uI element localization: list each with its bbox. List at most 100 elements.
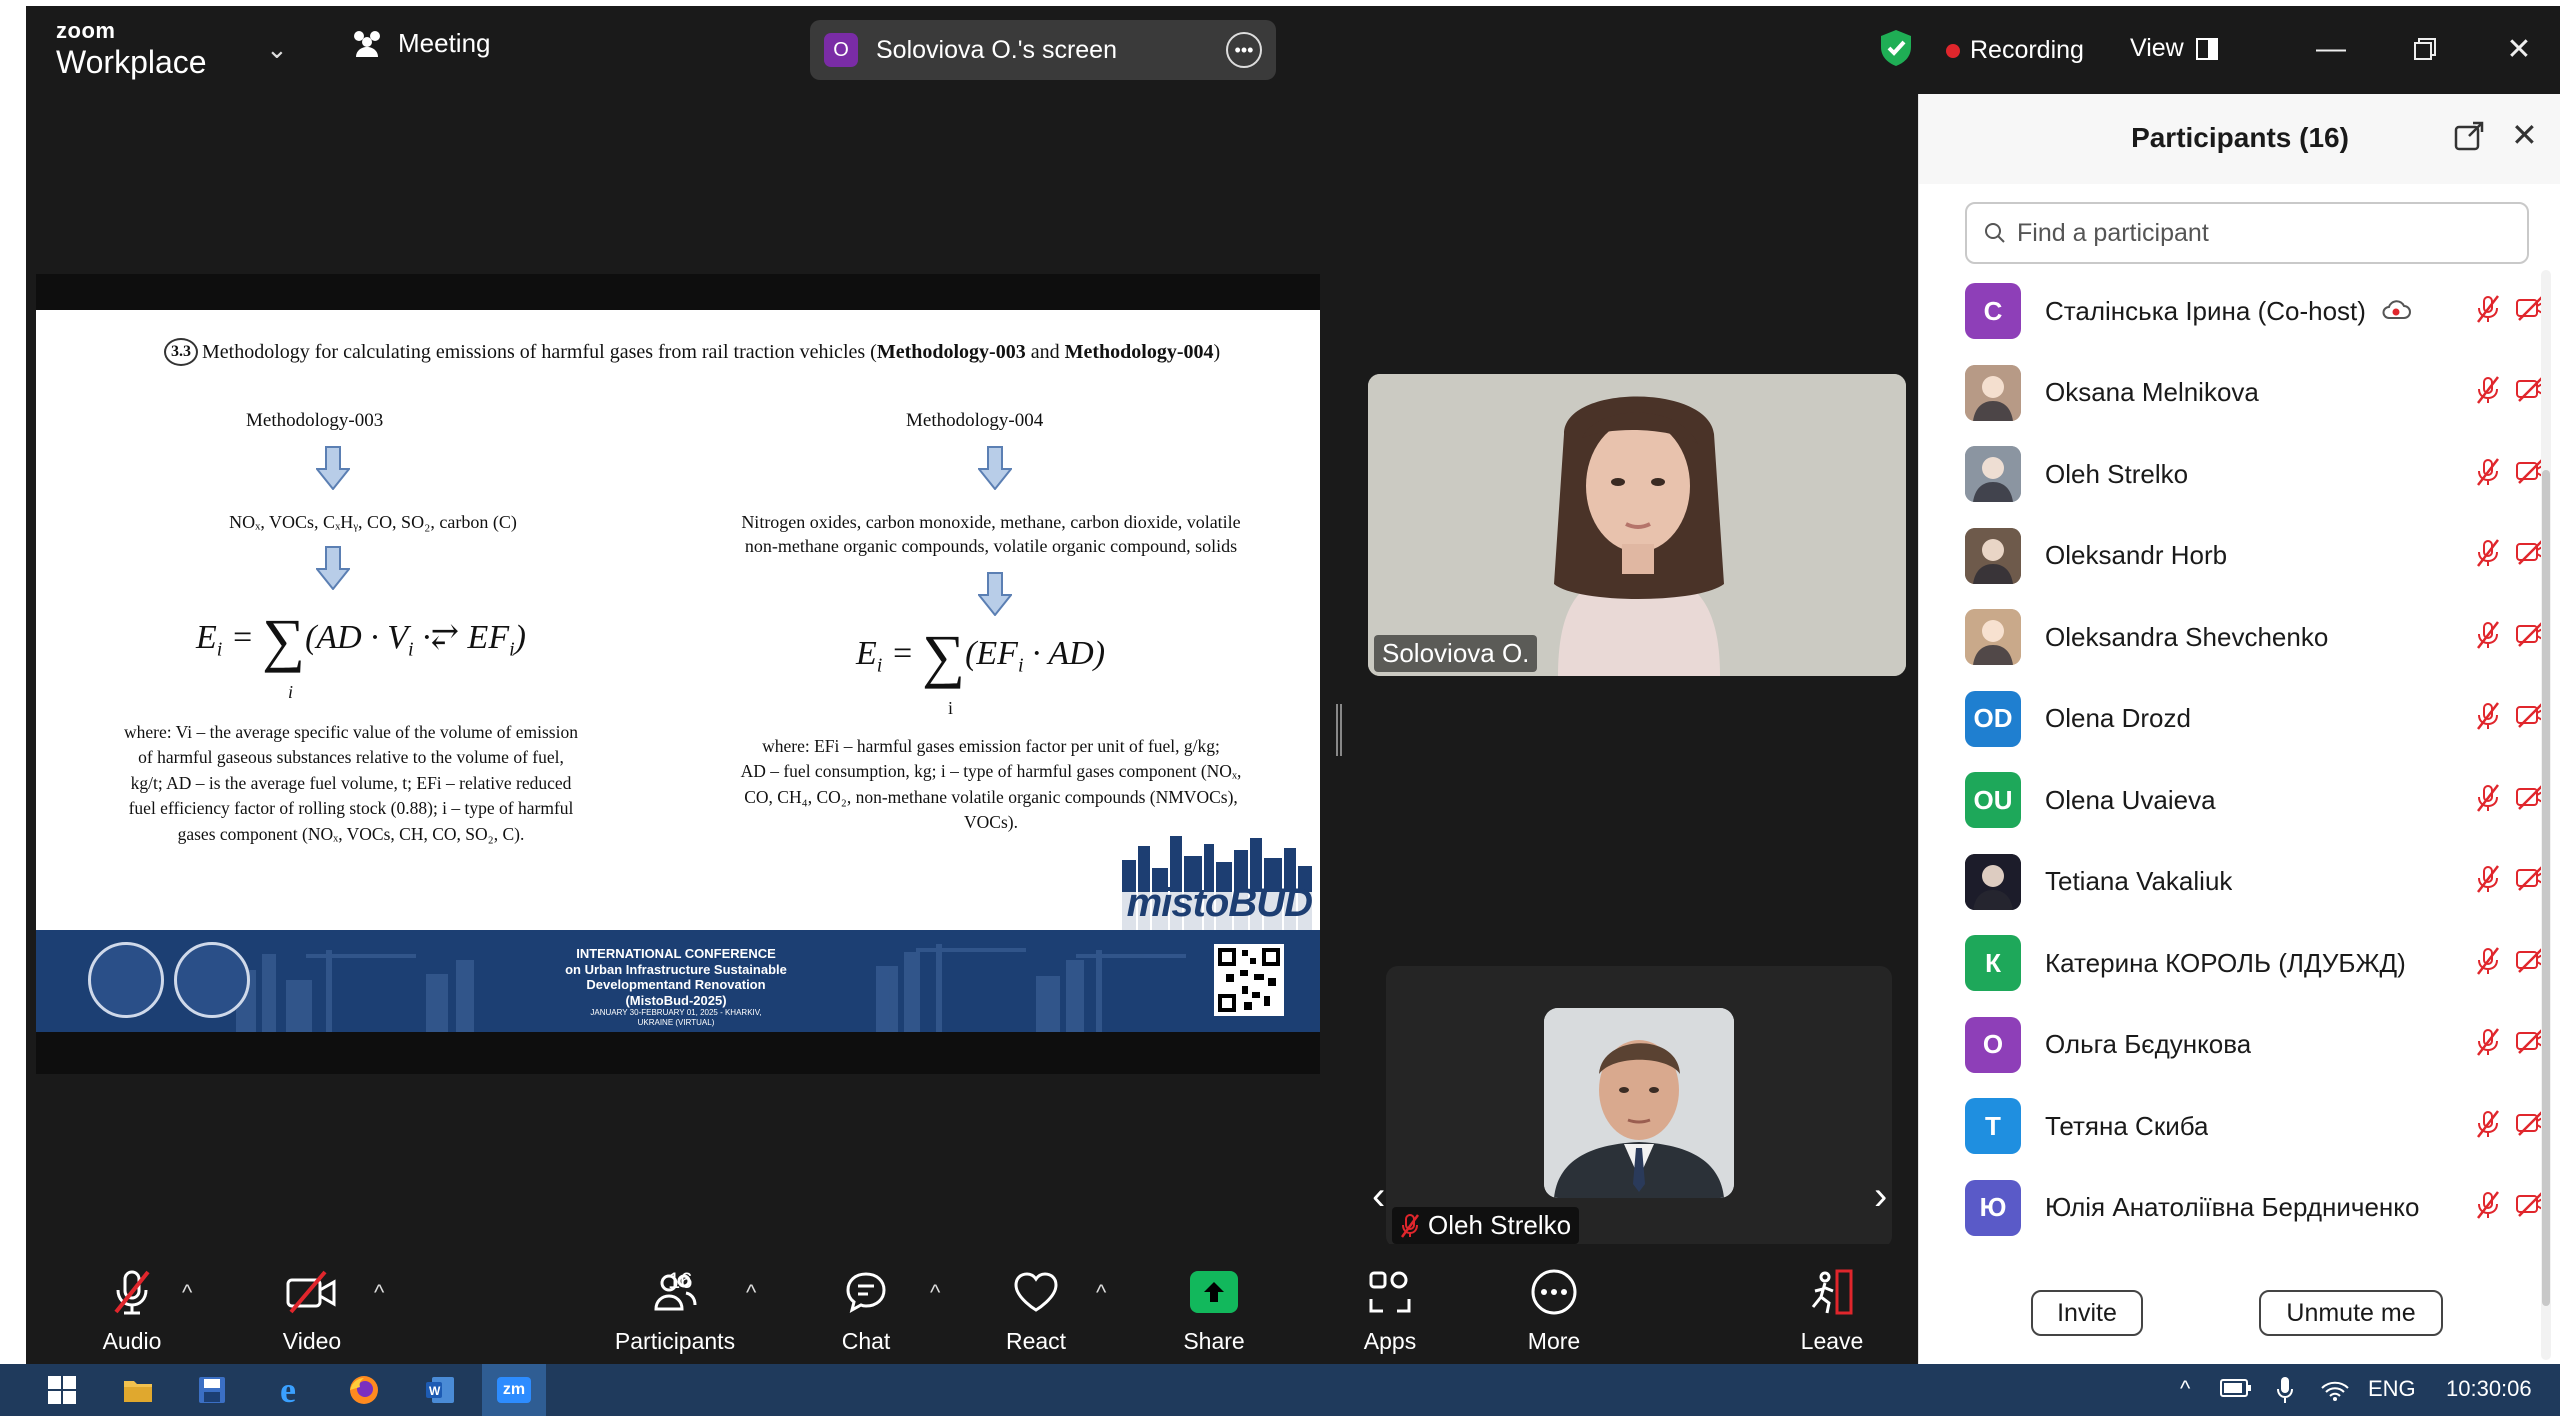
presenter-avatar: O: [824, 33, 858, 67]
left-formula: Ei = ∑(AD · Vi ·⥂ EFi) i: [196, 607, 526, 702]
apps-button[interactable]: Apps: [1320, 1266, 1460, 1355]
video-tile-speaker[interactable]: Soloviova O.: [1368, 374, 1906, 676]
recording-indicator[interactable]: Recording: [1946, 36, 2084, 65]
participant-name: Oleksandra Shevchenko: [2045, 621, 2329, 652]
participant-row[interactable]: Oleksandra Shevchenko: [1919, 596, 2547, 678]
windows-taskbar: e W zm ^ ENG 10:30:06: [0, 1364, 2560, 1416]
chat-label: Chat: [841, 1328, 891, 1354]
zoom-taskbar-icon[interactable]: zm: [482, 1364, 546, 1416]
chat-options-chevron-icon[interactable]: ^: [930, 1280, 940, 1306]
participant-avatar: [1965, 853, 2021, 910]
video-button[interactable]: Video: [242, 1266, 382, 1355]
participant-name: Olena Drozd: [2045, 703, 2191, 733]
participant-avatar: OD: [1965, 690, 2021, 747]
file-explorer-icon[interactable]: [106, 1364, 170, 1416]
system-clock[interactable]: 10:30:06: [2446, 1376, 2532, 1402]
previous-page-arrow-icon[interactable]: ‹: [1372, 1174, 1385, 1219]
tray-expand-icon[interactable]: ^: [2180, 1376, 2190, 1402]
minimize-icon[interactable]: —: [2306, 24, 2356, 74]
video-tile-participant[interactable]: Oleh Strelko: [1386, 966, 1892, 1248]
participant-status-icons: [2475, 375, 2549, 410]
wifi-icon[interactable]: [2320, 1376, 2350, 1408]
invite-button[interactable]: Invite: [2031, 1290, 2143, 1336]
participants-options-chevron-icon[interactable]: ^: [746, 1280, 756, 1306]
slide-title: 3.3 Methodology for calculating emission…: [164, 338, 1220, 366]
left-gases-list: NOₓ, VOCs, CₓHᵧ, CO, SO₂, carbon (C): [229, 512, 517, 532]
left-methodology-heading: Methodology-003: [246, 410, 384, 431]
participant-row[interactable]: Tetiana Vakaliuk: [1919, 841, 2547, 923]
participant-row[interactable]: OD Olena Drozd: [1919, 678, 2547, 760]
chat-button[interactable]: Chat: [796, 1266, 936, 1355]
pop-out-icon[interactable]: [2453, 120, 2485, 152]
participant-name: Юлія Анатоліївна Бердниченко: [2045, 1192, 2420, 1222]
word-icon[interactable]: W: [408, 1364, 472, 1416]
close-window-icon[interactable]: ✕: [2494, 24, 2544, 74]
language-indicator[interactable]: ENG: [2368, 1376, 2416, 1402]
video-options-chevron-icon[interactable]: ^: [374, 1280, 384, 1306]
participant-status-icons: [2475, 538, 2549, 573]
speaker-name: Soloviova O.: [1382, 638, 1530, 668]
participant-search-field[interactable]: [1965, 202, 2529, 264]
split-resize-handle[interactable]: [1336, 704, 1342, 756]
participant-list-scrollbar[interactable]: [2541, 270, 2551, 1360]
participant-avatar: Т: [1965, 1098, 2021, 1154]
more-icon: [1531, 1269, 1577, 1315]
screen-share-pill[interactable]: O Soloviova O.'s screen •••: [810, 20, 1276, 80]
title-bar: zoom Workplace ⌄ Meeting O Soloviova O.'…: [26, 6, 2560, 94]
participant-row[interactable]: Oksana Melnikova: [1919, 352, 2547, 434]
share-button[interactable]: Share: [1144, 1266, 1284, 1355]
audio-options-chevron-icon[interactable]: ^: [182, 1280, 192, 1306]
meeting-menu-button[interactable]: Meeting: [350, 28, 491, 59]
participant-name: Oleksandr Horb: [2045, 540, 2228, 570]
participant-name: Tetiana Vakaliuk: [2045, 866, 2233, 896]
firefox-icon[interactable]: [332, 1364, 396, 1416]
audio-button[interactable]: Audio: [62, 1266, 202, 1355]
participants-button[interactable]: 16 Participants: [580, 1266, 770, 1355]
edge-browser-icon[interactable]: e: [256, 1364, 320, 1416]
windows-start-icon[interactable]: [30, 1364, 94, 1416]
participant-row[interactable]: OU Olena Uvaieva: [1919, 759, 2547, 841]
down-arrow-icon: [316, 446, 350, 490]
unmute-me-button[interactable]: Unmute me: [2259, 1290, 2443, 1336]
share-screen-icon: [1190, 1271, 1238, 1313]
more-options-icon[interactable]: •••: [1226, 32, 1262, 68]
participant-row[interactable]: Oleksandr Horb: [1919, 515, 2547, 597]
restore-icon[interactable]: [2400, 24, 2450, 74]
muted-mic-icon: [2475, 1109, 2501, 1144]
react-label: React: [1005, 1328, 1067, 1354]
security-shield-icon[interactable]: [1878, 28, 1914, 73]
participant-row[interactable]: С Сталінська Ірина (Co-host): [1919, 270, 2547, 352]
save-disk-icon[interactable]: [180, 1364, 244, 1416]
chevron-down-icon[interactable]: ⌄: [266, 34, 288, 65]
participant-status-icons: [2475, 864, 2549, 899]
participant-avatar: О: [1965, 1016, 2021, 1073]
react-button[interactable]: React: [966, 1266, 1106, 1355]
search-input[interactable]: [2017, 218, 2497, 248]
scrollbar-thumb[interactable]: [2542, 470, 2550, 1306]
shared-screen[interactable]: 3.3 Methodology for calculating emission…: [36, 274, 1320, 1074]
participant-status-icons: [2475, 783, 2549, 818]
participant-row[interactable]: К Катерина КОРОЛЬ (ЛДУБЖД): [1919, 922, 2547, 1004]
battery-icon[interactable]: [2220, 1376, 2252, 1406]
muted-mic-icon: [2475, 1027, 2501, 1062]
view-button[interactable]: View: [2130, 34, 2218, 63]
participant-row[interactable]: О Ольга Бєдункова: [1919, 1004, 2547, 1086]
close-panel-icon[interactable]: ✕: [2511, 116, 2538, 154]
participant-name: Olena Uvaieva: [2045, 784, 2216, 815]
participant-name: Oleh Strelko: [2045, 458, 2189, 489]
meeting-stage: 3.3 Methodology for calculating emission…: [26, 94, 1918, 1248]
apps-label: Apps: [1363, 1328, 1417, 1354]
view-label: View: [2130, 34, 2184, 62]
conference-text: INTERNATIONAL CONFERENCE on Urban Infras…: [565, 946, 787, 1027]
more-button[interactable]: More: [1484, 1266, 1624, 1355]
react-options-chevron-icon[interactable]: ^: [1096, 1280, 1106, 1306]
next-page-arrow-icon[interactable]: ›: [1874, 1174, 1887, 1219]
participant-row[interactable]: Oleh Strelko: [1919, 433, 2547, 515]
participant-status-icons: [2475, 620, 2549, 655]
participant-row[interactable]: Т Тетяна Скиба: [1919, 1085, 2547, 1167]
microphone-tray-icon[interactable]: [2276, 1376, 2294, 1410]
people-icon: [354, 30, 380, 57]
participant-name: Oksana Melnikova: [2045, 377, 2259, 407]
participant-row[interactable]: Ю Юлія Анатоліївна Бердниченко: [1919, 1167, 2547, 1249]
leave-button[interactable]: Leave: [1762, 1266, 1902, 1355]
